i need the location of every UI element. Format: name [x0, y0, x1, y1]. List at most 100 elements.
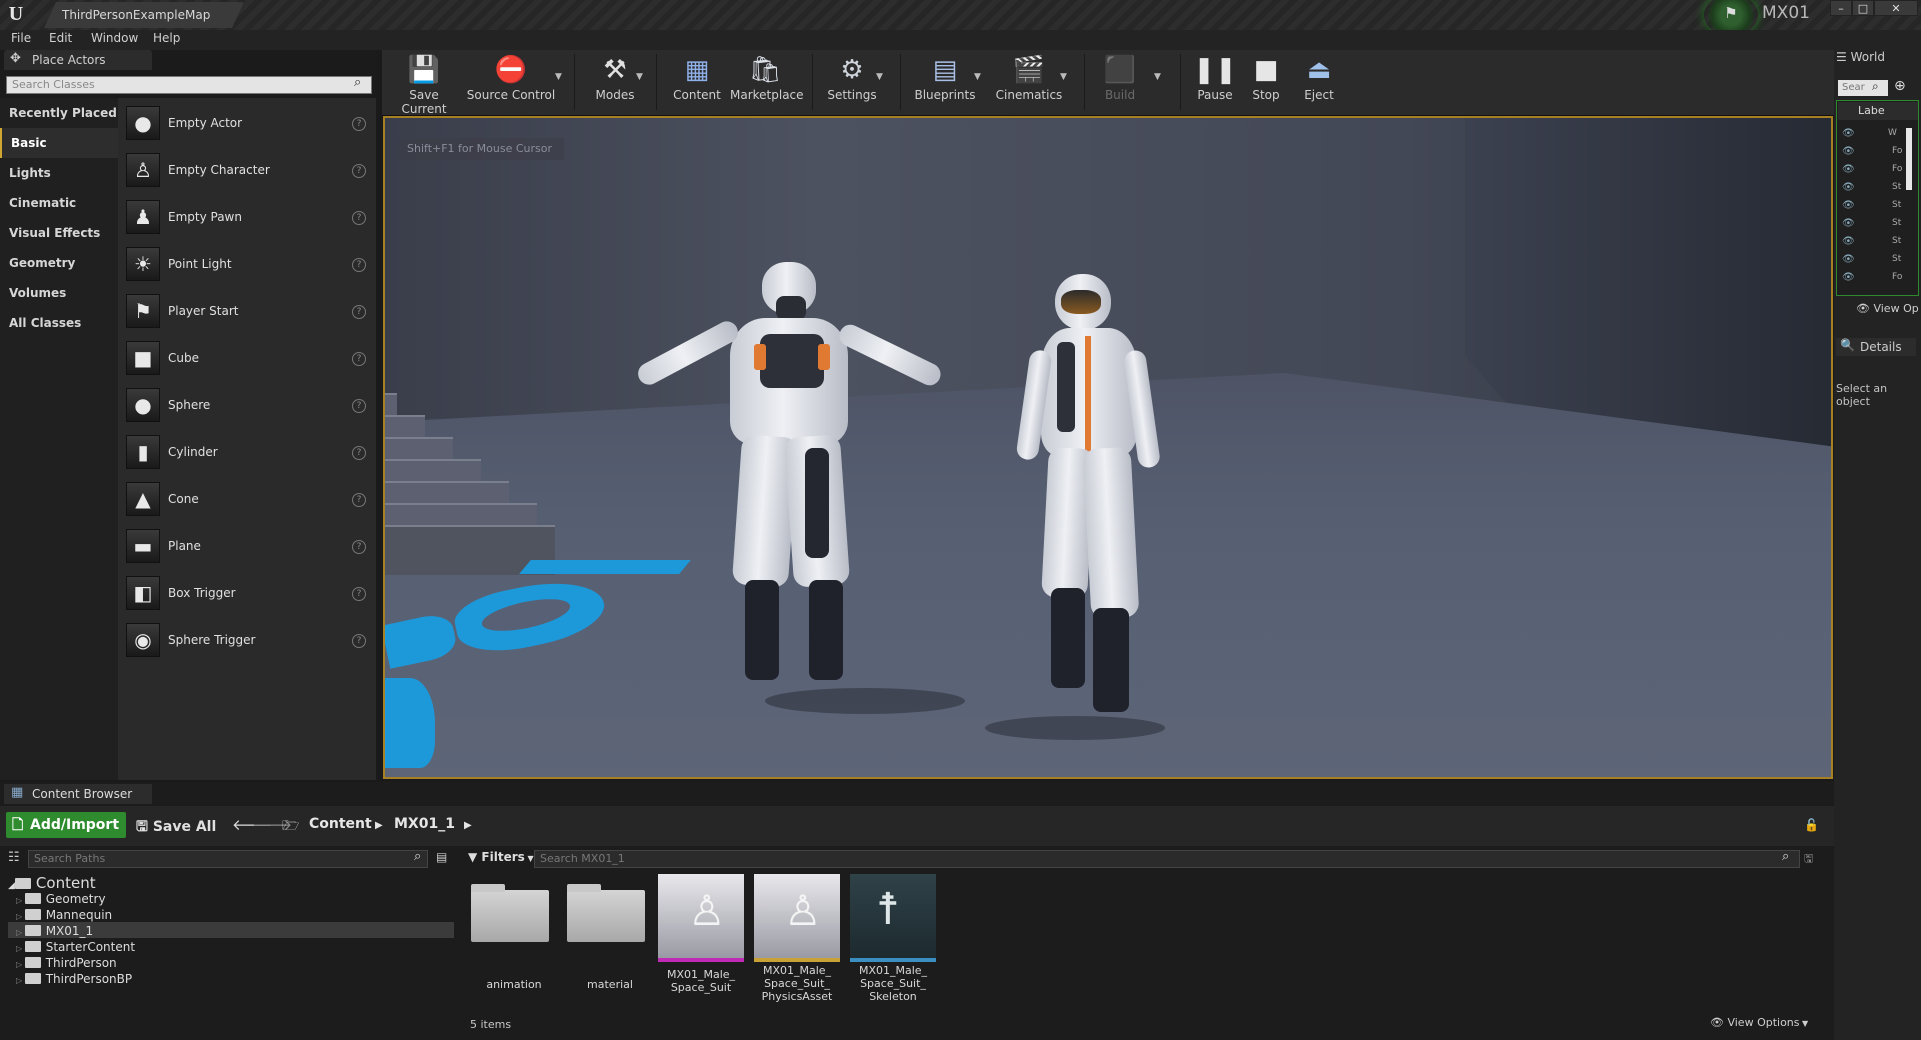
- maximize-button[interactable]: □: [1852, 0, 1874, 16]
- label-column-header[interactable]: Labe: [1838, 102, 1918, 120]
- collections-icon[interactable]: ▤: [436, 850, 447, 864]
- pause-button[interactable]: ❚❚ Pause: [1190, 52, 1240, 112]
- asset-physics-asset[interactable]: ♙ MX01_Male_ Space_Suit_ PhysicsAsset: [752, 874, 840, 1004]
- modes-button[interactable]: ⚒ Modes: [584, 52, 646, 112]
- cinematics-button[interactable]: 🎬 Cinematics: [992, 52, 1066, 112]
- menu-help[interactable]: Help: [153, 31, 180, 45]
- menu-edit[interactable]: Edit: [49, 31, 72, 45]
- world-view-options-button[interactable]: 👁 View Op: [1856, 302, 1919, 315]
- outliner-row[interactable]: W: [1842, 128, 1916, 142]
- breadcrumb-mx01-1[interactable]: MX01_1: [394, 816, 455, 832]
- outliner-row[interactable]: Fo: [1842, 164, 1916, 178]
- menu-window[interactable]: Window: [91, 31, 138, 45]
- tree-node-mx01-1[interactable]: ▷ MX01_1: [16, 924, 93, 938]
- help-icon[interactable]: ?: [352, 634, 366, 648]
- help-icon[interactable]: ?: [352, 164, 366, 178]
- search-assets-input[interactable]: Search MX01_1: [534, 850, 1800, 868]
- category-volumes[interactable]: Volumes: [0, 278, 118, 308]
- breadcrumb-separator-icon[interactable]: ▶: [375, 820, 383, 831]
- asset-folder-animation[interactable]: animation: [466, 872, 554, 1002]
- help-icon[interactable]: ?: [352, 117, 366, 131]
- search-icon[interactable]: ⌕: [1872, 79, 1879, 94]
- category-visual-effects[interactable]: Visual Effects: [0, 218, 118, 248]
- outliner-row[interactable]: St: [1842, 200, 1916, 214]
- chevron-down-icon[interactable]: ▼: [1060, 72, 1067, 82]
- build-button[interactable]: ⬛ Build: [1092, 52, 1148, 112]
- category-all-classes[interactable]: All Classes: [0, 308, 118, 338]
- outliner-row[interactable]: St: [1842, 182, 1916, 196]
- search-icon[interactable]: ⌕: [1782, 849, 1789, 864]
- chevron-down-icon[interactable]: ▼: [1154, 72, 1161, 82]
- tree-node-startercontent[interactable]: ▷ StarterContent: [16, 940, 135, 954]
- world-search-input[interactable]: Sear: [1838, 80, 1888, 96]
- tree-node-thirdpersonbp[interactable]: ▷ ThirdPersonBP: [16, 972, 132, 986]
- search-icon[interactable]: ⌕: [354, 75, 361, 90]
- chevron-down-icon[interactable]: ▼: [636, 72, 643, 82]
- category-geometry[interactable]: Geometry: [0, 248, 118, 278]
- help-icon[interactable]: ?: [352, 258, 366, 272]
- source-control-status-icon[interactable]: ⚑: [1720, 4, 1742, 24]
- cube-icon: ■: [126, 341, 160, 375]
- settings-button[interactable]: ⚙ Settings: [820, 52, 884, 112]
- unreal-logo-icon[interactable]: U: [4, 2, 28, 26]
- tree-node-mannequin[interactable]: ▷ Mannequin: [16, 908, 112, 922]
- asset-skeletal-mesh[interactable]: ♙ MX01_Male_ Space_Suit: [656, 874, 744, 1004]
- breadcrumb-content[interactable]: Content: [309, 816, 372, 832]
- pause-icon: ❚❚: [1193, 55, 1237, 85]
- help-icon[interactable]: ?: [352, 493, 366, 507]
- breadcrumb-separator-icon[interactable]: ▶: [464, 820, 472, 831]
- menu-file[interactable]: File: [11, 31, 31, 45]
- content-view-options-button[interactable]: 👁 View Options ▼: [1710, 1016, 1808, 1029]
- marketplace-icon: 🛍: [748, 55, 782, 85]
- content-browser-tab[interactable]: Content Browser: [4, 784, 152, 804]
- scrollbar-thumb[interactable]: [1906, 128, 1912, 190]
- outliner-row[interactable]: St: [1842, 218, 1916, 232]
- add-folder-icon[interactable]: ⊕: [1894, 78, 1906, 94]
- help-icon[interactable]: ?: [352, 446, 366, 460]
- document-tab[interactable]: ThirdPersonExampleMap: [44, 2, 244, 28]
- source-control-button[interactable]: ⛔ Source Control: [466, 52, 556, 112]
- category-lights[interactable]: Lights: [0, 158, 118, 188]
- marketplace-button[interactable]: 🛍 Marketplace: [730, 52, 804, 112]
- search-classes-input[interactable]: Search Classes: [6, 76, 372, 94]
- help-icon[interactable]: ?: [352, 587, 366, 601]
- outliner-row[interactable]: Fo: [1842, 272, 1916, 286]
- help-icon[interactable]: ?: [352, 305, 366, 319]
- content-button[interactable]: ▦ Content: [664, 52, 730, 112]
- save-current-button[interactable]: 💾 Save Current: [386, 52, 462, 116]
- eject-button[interactable]: ⏏ Eject: [1294, 52, 1344, 112]
- outliner-row[interactable]: St: [1842, 236, 1916, 250]
- tree-node-geometry[interactable]: ▷ Geometry: [16, 892, 106, 906]
- asset-folder-material[interactable]: material: [562, 872, 650, 1002]
- asset-skeleton[interactable]: ☨ MX01_Male_ Space_Suit_ Skeleton: [848, 874, 936, 1004]
- help-icon[interactable]: ?: [352, 211, 366, 225]
- tree-node-content-root[interactable]: ◢ Content: [8, 874, 96, 892]
- blueprints-button[interactable]: ▤ Blueprints: [908, 52, 982, 112]
- search-icon[interactable]: ⌕: [414, 849, 421, 864]
- outliner-row[interactable]: Fo: [1842, 146, 1916, 160]
- sources-panel-icon[interactable]: ☷: [8, 850, 20, 865]
- search-paths-input[interactable]: Search Paths: [28, 850, 428, 868]
- outliner-row[interactable]: St: [1842, 254, 1916, 268]
- chevron-down-icon[interactable]: ▼: [876, 72, 883, 82]
- category-basic[interactable]: Basic: [0, 128, 118, 158]
- help-icon[interactable]: ?: [352, 399, 366, 413]
- place-actors-tab[interactable]: Place Actors: [4, 50, 152, 70]
- chevron-down-icon[interactable]: ▼: [974, 72, 981, 82]
- category-cinematic[interactable]: Cinematic: [0, 188, 118, 218]
- stop-button[interactable]: ■ Stop: [1244, 52, 1288, 112]
- add-import-button[interactable]: 🗋 Add/Import ▼: [6, 812, 126, 860]
- close-button[interactable]: ✕: [1874, 0, 1918, 16]
- lock-icon[interactable]: 🔓: [1804, 818, 1819, 832]
- chevron-down-icon[interactable]: ▼: [555, 72, 562, 82]
- save-all-button[interactable]: 🖫 Save All: [136, 816, 216, 840]
- tree-node-thirdperson[interactable]: ▷ ThirdPerson: [16, 956, 117, 970]
- filters-button[interactable]: ▼ Filters ▼: [468, 850, 534, 864]
- level-viewport[interactable]: Shift+F1 for Mouse Cursor: [383, 116, 1833, 779]
- category-recently-placed[interactable]: Recently Placed: [0, 98, 118, 128]
- help-icon[interactable]: ?: [352, 540, 366, 554]
- help-icon[interactable]: ?: [352, 352, 366, 366]
- world-outliner-tab[interactable]: ☰ World: [1836, 50, 1908, 68]
- minimize-button[interactable]: –: [1830, 0, 1852, 16]
- save-search-icon[interactable]: 🖫: [1804, 850, 1813, 869]
